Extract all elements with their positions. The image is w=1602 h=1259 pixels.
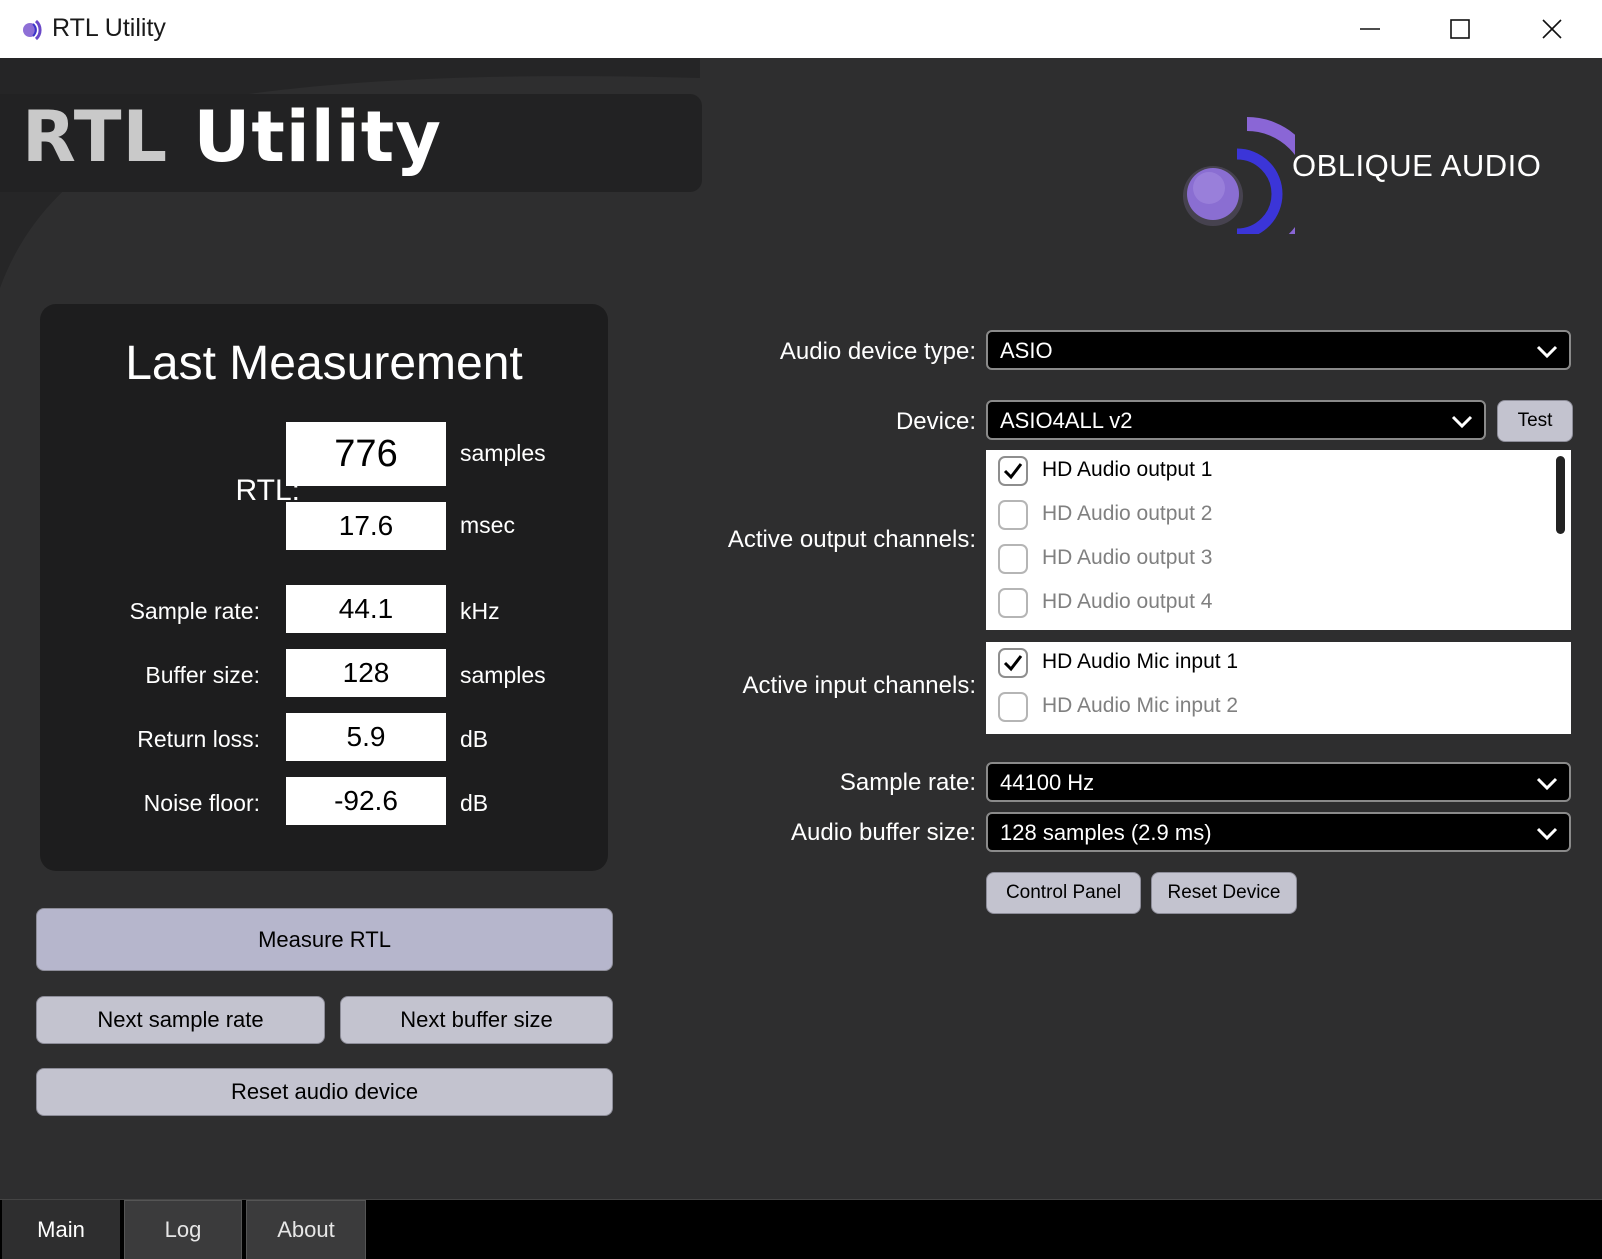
- output-channel-label: HD Audio output 2: [1042, 502, 1213, 525]
- audio-device-type-value: ASIO: [1000, 338, 1053, 363]
- output-channel-row[interactable]: HD Audio output 3: [986, 538, 1571, 582]
- chevron-down-icon: [1451, 415, 1473, 429]
- active-output-channels-label: Active output channels:: [727, 526, 976, 553]
- buffer-size-label: Buffer size:: [145, 662, 260, 688]
- rtl-msec-unit: msec: [460, 512, 515, 538]
- output-channel-row[interactable]: HD Audio output 1: [986, 450, 1571, 494]
- checkmark-icon: [1003, 655, 1023, 672]
- output-channel-checkbox[interactable]: [998, 544, 1028, 574]
- noise-floor-label: Noise floor:: [143, 790, 260, 816]
- control-panel-button[interactable]: Control Panel: [986, 872, 1141, 914]
- audio-buffer-size-select[interactable]: 128 samples (2.9 ms): [986, 812, 1571, 852]
- output-channel-label: HD Audio output 4: [1042, 590, 1213, 613]
- input-channel-checkbox[interactable]: [998, 648, 1028, 678]
- rtl-label: RTL:: [235, 474, 300, 507]
- noise-floor-value: -92.6: [286, 777, 446, 825]
- maximize-button[interactable]: [1414, 0, 1506, 58]
- test-button[interactable]: Test: [1497, 400, 1573, 442]
- output-channel-checkbox[interactable]: [998, 500, 1028, 530]
- buffer-size-unit: samples: [460, 662, 546, 688]
- close-button[interactable]: [1506, 0, 1598, 58]
- brand-name: OBLIQUE AUDIO: [1292, 148, 1542, 183]
- input-channel-label: HD Audio Mic input 1: [1042, 650, 1239, 673]
- sample-rate-select[interactable]: 44100 Hz: [986, 762, 1571, 802]
- tab-log[interactable]: Log: [124, 1200, 242, 1259]
- rtl-samples-value: 776: [286, 422, 446, 486]
- panel-title: Last Measurement: [125, 337, 523, 390]
- chevron-down-icon: [1536, 345, 1558, 359]
- last-measurement-panel: Last Measurement RTL: 776 samples 17.6 m…: [40, 304, 608, 871]
- app-title: RTL Utility: [22, 96, 442, 178]
- output-channel-row[interactable]: HD Audio output 2: [986, 494, 1571, 538]
- next-buffer-size-button[interactable]: Next buffer size: [340, 996, 613, 1044]
- rtl-msec-value: 17.6: [286, 502, 446, 550]
- app-logo-icon: [23, 19, 42, 41]
- input-channel-row[interactable]: HD Audio Mic input 1: [986, 642, 1571, 686]
- audio-buffer-size-label: Audio buffer size:: [790, 819, 976, 846]
- output-channels-list: HD Audio output 1 HD Audio output 2 HD A…: [986, 450, 1571, 630]
- measure-rtl-button[interactable]: Measure RTL: [36, 908, 613, 971]
- output-channel-checkbox[interactable]: [998, 588, 1028, 618]
- sample-rate-value: 44.1: [286, 585, 446, 633]
- device-label: Device:: [895, 408, 976, 435]
- sample-rate-select-value: 44100 Hz: [1000, 770, 1095, 795]
- device-value: ASIO4ALL v2: [1000, 408, 1133, 433]
- audio-device-type-select[interactable]: ASIO: [986, 330, 1571, 370]
- rtl-samples-unit: samples: [460, 440, 546, 466]
- sample-rate-label: Sample rate:: [129, 598, 260, 624]
- input-channel-row[interactable]: HD Audio Mic input 2: [986, 686, 1571, 730]
- app-title-utility: Utility: [168, 96, 442, 178]
- chevron-down-icon: [1536, 777, 1558, 791]
- output-channel-label: HD Audio output 3: [1042, 546, 1213, 569]
- output-channel-checkbox[interactable]: [998, 456, 1028, 486]
- input-channels-list: HD Audio Mic input 1 HD Audio Mic input …: [986, 642, 1571, 734]
- active-input-channels-label: Active input channels:: [742, 672, 976, 699]
- tab-bar: Main Log About: [0, 1199, 1602, 1259]
- checkmark-icon: [1003, 463, 1023, 480]
- oblique-audio-logo-icon: [1183, 117, 1295, 234]
- return-loss-value: 5.9: [286, 713, 446, 761]
- sample-rate-unit: kHz: [460, 598, 500, 624]
- device-select[interactable]: ASIO4ALL v2: [986, 400, 1486, 440]
- app-window: RTL Utility RTL Utility OBLIQUE AUDIO La…: [0, 0, 1602, 1259]
- noise-floor-unit: dB: [460, 790, 489, 816]
- next-sample-rate-button[interactable]: Next sample rate: [36, 996, 325, 1044]
- title-bar: RTL Utility: [0, 0, 1602, 59]
- input-channel-label: HD Audio Mic input 2: [1042, 694, 1239, 717]
- main-content: RTL Utility OBLIQUE AUDIO Last Measureme…: [0, 58, 1602, 1199]
- audio-buffer-size-value: 128 samples (2.9 ms): [1000, 820, 1212, 845]
- chevron-down-icon: [1536, 827, 1558, 841]
- close-icon: [1542, 19, 1562, 39]
- tab-about[interactable]: About: [246, 1200, 366, 1259]
- return-loss-label: Return loss:: [137, 726, 260, 752]
- window-title: RTL Utility: [52, 14, 166, 42]
- return-loss-unit: dB: [460, 726, 489, 752]
- output-list-scrollbar[interactable]: [1556, 456, 1565, 534]
- maximize-icon: [1450, 19, 1470, 39]
- minimize-icon: [1360, 28, 1380, 30]
- minimize-button[interactable]: [1324, 0, 1416, 58]
- reset-audio-device-button[interactable]: Reset audio device: [36, 1068, 613, 1116]
- output-channel-row[interactable]: HD Audio output 4: [986, 582, 1571, 626]
- reset-device-button[interactable]: Reset Device: [1151, 872, 1297, 914]
- tab-main[interactable]: Main: [2, 1200, 120, 1259]
- app-title-rtl: RTL: [22, 96, 169, 178]
- output-channel-label: HD Audio output 1: [1042, 458, 1213, 481]
- input-channel-checkbox[interactable]: [998, 692, 1028, 722]
- audio-device-type-label: Audio device type:: [779, 338, 976, 365]
- buffer-size-value: 128: [286, 649, 446, 697]
- sample-rate-setting-label: Sample rate:: [839, 769, 976, 796]
